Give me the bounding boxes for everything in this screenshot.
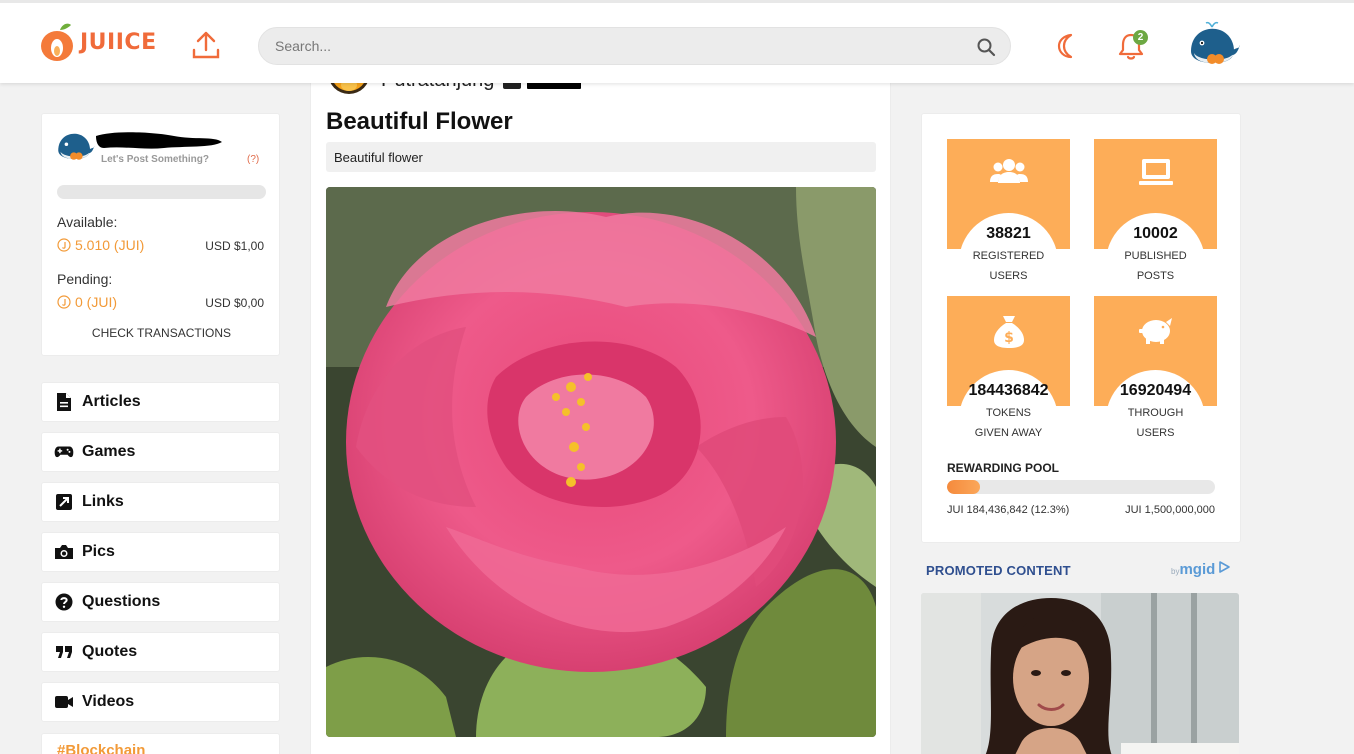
menu-label: Pics	[82, 543, 115, 560]
promoted-content-title: PROMOTED CONTENT	[926, 563, 1071, 578]
by-label: by	[1171, 567, 1180, 576]
site-stats-card: 38821 REGISTERED USERS 10002 PUBLISHED P…	[921, 113, 1241, 543]
blockchain-tag[interactable]: #Blockchain	[41, 733, 280, 754]
camera-icon	[54, 542, 74, 562]
pending-label: Pending:	[57, 271, 113, 287]
stat-label: USERS	[1136, 427, 1175, 439]
rewarding-pool-fill	[947, 480, 980, 494]
menu-item-links[interactable]: Links	[41, 482, 280, 522]
available-usd: USD $1,00	[205, 239, 264, 253]
upload-icon	[192, 31, 220, 59]
menu-item-pics[interactable]: Pics	[41, 532, 280, 572]
orange-logo-icon	[41, 23, 73, 61]
quote-icon	[54, 642, 74, 662]
menu-label: Links	[82, 493, 124, 510]
pool-distributed: JUI 184,436,842 (12.3%)	[947, 504, 1070, 516]
juiice-logo[interactable]: JUIICE	[40, 17, 157, 67]
pending-usd: USD $0,00	[205, 296, 264, 310]
stat-label: REGISTERED	[972, 250, 1045, 262]
wallet-card: Let's Post Something? (?) Available: 5.0…	[41, 113, 280, 356]
stat-label: POSTS	[1136, 270, 1175, 282]
svg-text:$: $	[1004, 330, 1014, 346]
level-progress-bar	[57, 185, 266, 199]
menu-label: Videos	[82, 693, 135, 710]
money-bag-icon: $	[947, 314, 1070, 350]
laptop-icon	[1094, 157, 1217, 189]
pending-amount: 0 (JUI)	[57, 294, 117, 310]
stat-label: THROUGH	[1127, 407, 1184, 419]
moon-icon[interactable]	[1056, 33, 1078, 59]
help-link[interactable]: (?)	[247, 154, 259, 165]
available-amount-text: 5.010 (JUI)	[75, 237, 145, 253]
menu-item-quotes[interactable]: Quotes	[41, 632, 280, 672]
tokens-given-count: 184436842	[968, 382, 1049, 399]
menu-item-videos[interactable]: Videos	[41, 682, 280, 722]
juice-coin-icon	[57, 238, 71, 252]
stat-label: TOKENS	[985, 407, 1032, 419]
video-icon	[54, 692, 74, 712]
question-icon	[54, 592, 74, 612]
user-avatar-small	[58, 133, 95, 160]
menu-label: Games	[82, 443, 136, 460]
published-posts-count: 10002	[1133, 225, 1178, 242]
pool-total: JUI 1,500,000,000	[1125, 504, 1215, 516]
post-title[interactable]: Beautiful Flower	[326, 108, 513, 136]
stat-label: PUBLISHED	[1124, 250, 1187, 262]
piggy-bank-icon	[1094, 314, 1217, 346]
mgid-logo[interactable]: by mgid	[1171, 560, 1231, 578]
menu-label: Articles	[82, 393, 141, 410]
juice-coin-icon	[57, 295, 71, 309]
menu-item-articles[interactable]: Articles	[41, 382, 280, 422]
through-users-count: 16920494	[1119, 382, 1192, 399]
stat-label: USERS	[989, 270, 1028, 282]
menu-label: Questions	[82, 593, 161, 610]
blockchain-label: #Blockchain	[57, 742, 146, 754]
post-description: Beautiful flower	[326, 142, 876, 172]
post-card: Putratanjung 23 mo Beautiful Flower Beau…	[310, 60, 891, 754]
menu-item-games[interactable]: Games	[41, 432, 280, 472]
available-amount: 5.010 (JUI)	[57, 237, 144, 253]
search-icon[interactable]	[976, 37, 996, 57]
stat-label: GIVEN AWAY	[974, 427, 1043, 439]
menu-label: Quotes	[82, 643, 138, 660]
rewarding-pool-title: REWARDING POOL	[947, 461, 1060, 475]
document-icon	[54, 392, 74, 412]
check-transactions-link[interactable]: CHECK TRANSACTIONS	[42, 326, 281, 340]
promoted-photo[interactable]	[921, 593, 1239, 754]
upload-button[interactable]	[190, 30, 222, 65]
available-label: Available:	[57, 214, 118, 230]
brand-name: JUIICE	[80, 29, 157, 55]
registered-users-count: 38821	[986, 225, 1031, 242]
link-icon	[54, 492, 74, 512]
redacted-username	[96, 132, 222, 149]
top-header: JUIICE 2	[0, 0, 1354, 83]
play-arrow-icon	[1219, 561, 1231, 573]
pending-amount-text: 0 (JUI)	[75, 294, 117, 310]
users-icon	[947, 157, 1070, 185]
gamepad-icon	[54, 442, 74, 462]
flower-photo[interactable]	[326, 187, 876, 737]
notification-badge: 2	[1133, 30, 1148, 45]
search-input[interactable]	[275, 28, 965, 64]
menu-item-questions[interactable]: Questions	[41, 582, 280, 622]
post-prompt[interactable]: Let's Post Something?	[101, 154, 209, 165]
user-avatar[interactable]	[1188, 21, 1242, 67]
mgid-brand: mgid	[1179, 561, 1216, 578]
rewarding-pool-bar	[947, 480, 1215, 494]
search-bar	[258, 27, 1011, 65]
